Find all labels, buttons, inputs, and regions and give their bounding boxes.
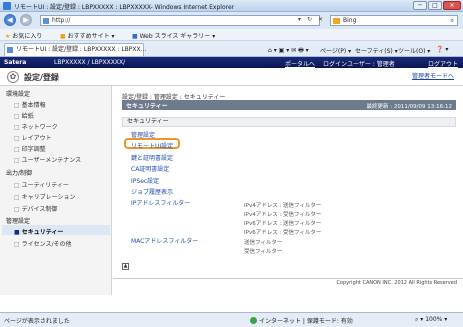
- page-title: 設定/登録: [24, 73, 59, 82]
- suggested-sites-link[interactable]: ■ おすすめサイト ▾: [60, 31, 115, 40]
- address-toolbar: ◀ ▶ http:// ▾ ↻ ✕ Bing ⌕: [0, 12, 463, 29]
- suggested-icon: ■: [60, 33, 66, 40]
- sidebar-item-calibration[interactable]: キャリブレーション: [14, 192, 76, 201]
- tab-favicon: [7, 47, 13, 53]
- security-zone: インターネット | 保護モード: 有効: [250, 316, 353, 325]
- link-ip-filter[interactable]: IPアドレスフィルター: [131, 198, 190, 207]
- search-input[interactable]: Bing ⌕: [330, 15, 458, 26]
- page-header: ✿ 設定/登録 管理者モードへ: [0, 68, 463, 86]
- slice-icon: ■: [132, 33, 138, 40]
- link-ipsec[interactable]: IPSec設定: [131, 176, 159, 185]
- url-text: http://: [52, 17, 71, 24]
- sidebar-heading-io: 出力/制御: [6, 170, 33, 177]
- sidebar-item-user-maintenance[interactable]: ユーザーメンテナンス: [14, 155, 82, 164]
- last-updated: 最終更新 : 2011/09/09 13:16:12: [366, 104, 452, 110]
- zoom-level[interactable]: ⌕ ▾ 100% ▾: [415, 316, 447, 324]
- close-button[interactable]: ✕: [443, 1, 461, 10]
- ip-filter-note: IPv6アドレス : 送信フィルター: [244, 221, 322, 227]
- status-text: ページが表示されました: [4, 318, 70, 325]
- minimize-button[interactable]: ─: [413, 1, 427, 10]
- sidebar-heading-mgmt: 管理設定: [6, 218, 31, 225]
- link-admin-settings[interactable]: 管理設定: [131, 130, 155, 139]
- satera-bar: Satera LBPXXXXX / LBPXXXXX/ ポータルへ ログインユー…: [0, 57, 463, 68]
- back-button[interactable]: ◀: [4, 14, 16, 26]
- sidebar-item-layout[interactable]: レイアウト: [14, 133, 52, 142]
- mac-filter-note: 送信フィルター: [244, 240, 283, 246]
- ie-icon: [3, 2, 11, 10]
- window-title: リモートUI : 設定/登録 : LBPXXXXX : LBPXXXXX- Wi…: [14, 4, 235, 11]
- sidebar-item-print-adjust[interactable]: 印字調整: [14, 144, 46, 153]
- web-slice-link[interactable]: ■ Web スライス ギャラリー ▾: [132, 31, 215, 40]
- sidebar-item-security[interactable]: セキュリティー: [14, 227, 64, 236]
- home-icon[interactable]: ⌂ ▾ ▣ ▾ ✉ 🖶 ▾: [268, 46, 309, 56]
- sidebar-item-paper[interactable]: 給紙: [14, 111, 34, 120]
- brand-logo: Satera: [4, 59, 27, 66]
- ip-filter-note: IPv4アドレス : 受信フィルター: [244, 212, 322, 218]
- link-remote-ui-settings[interactable]: リモートUI設定: [131, 141, 173, 150]
- tab-remote-ui[interactable]: リモートUI : 設定/登録 : LBPXXXXX : LBPXX...: [4, 43, 146, 56]
- globe-icon: [250, 317, 257, 324]
- toolbar-tools-menu[interactable]: ツール(O) ▾: [398, 46, 430, 55]
- mac-filter-note: 受信フィルター: [244, 249, 283, 255]
- content-title-bar: セキュリティー 最終更新 : 2011/09/09 13:16:12: [122, 100, 456, 110]
- help-icon[interactable]: ❓ ▾: [436, 46, 448, 53]
- address-input[interactable]: http://: [40, 15, 320, 26]
- device-name: LBPXXXXX / LBPXXXXX/: [54, 59, 126, 66]
- window-titlebar: リモートUI : 設定/登録 : LBPXXXXX : LBPXXXXX- Wi…: [0, 0, 463, 12]
- favorites-bar: ★ お気に入り ■ おすすめサイト ▾ ■ Web スライス ギャラリー ▾: [0, 29, 463, 41]
- logout-link[interactable]: ログアウト: [428, 59, 458, 68]
- search-placeholder: Bing: [343, 17, 357, 24]
- settings-icon: ✿: [7, 71, 19, 83]
- portal-link[interactable]: ポータルへ: [285, 59, 315, 68]
- ip-filter-note: IPv6アドレス : 受信フィルター: [244, 230, 322, 236]
- sidebar-item-basic-info[interactable]: 基本情報: [14, 100, 46, 109]
- address-dropdown-icon[interactable]: ▾: [298, 16, 301, 23]
- ip-filter-note: IPv4アドレス : 送信フィルター: [244, 203, 322, 209]
- maximize-button[interactable]: □: [428, 1, 442, 10]
- status-bar: ページが表示されました インターネット | 保護モード: 有効 ⌕ ▾ 100%…: [0, 312, 463, 327]
- copyright: Copyright CANON INC. 2012 All Rights Res…: [113, 278, 463, 287]
- tab-bar: リモートUI : 設定/登録 : LBPXXXXX : LBPXX... ⌂ ▾…: [0, 41, 463, 57]
- sidebar-item-utility[interactable]: ユーティリティー: [14, 180, 69, 189]
- bing-icon: [333, 18, 340, 24]
- admin-mode-link[interactable]: 管理者モードへ: [412, 71, 454, 80]
- link-ca-certificate[interactable]: CA証明書設定: [131, 164, 169, 173]
- sidebar-item-network[interactable]: ネットワーク: [14, 122, 58, 131]
- star-icon: ★: [5, 33, 11, 40]
- login-user: ログインユーザー : 管理者: [323, 61, 395, 68]
- page-favicon: [43, 18, 49, 24]
- search-icon[interactable]: ⌕: [451, 16, 454, 25]
- refresh-icon[interactable]: ↻: [307, 16, 312, 23]
- forward-button[interactable]: ▶: [20, 14, 32, 26]
- section-header: セキュリティー: [122, 117, 456, 127]
- sidebar-item-license[interactable]: ライセンス/その他: [14, 239, 72, 248]
- sidebar-item-device-control[interactable]: デバイス制御: [14, 204, 58, 213]
- link-mac-filter[interactable]: MACアドレスフィルター: [131, 236, 198, 245]
- link-key-certificate[interactable]: 鍵と証明書設定: [131, 153, 173, 162]
- stop-icon[interactable]: ✕: [318, 16, 323, 23]
- link-job-history[interactable]: ジョブ履歴表示: [131, 187, 173, 196]
- sidebar-heading-env: 環境設定: [6, 91, 31, 98]
- favorites-button[interactable]: ★ お気に入り: [5, 31, 42, 40]
- page-top-button[interactable]: ▲: [122, 263, 129, 270]
- zoom-icon: ⌕ ▾: [415, 316, 426, 323]
- toolbar-page-menu[interactable]: ページ(P) ▾: [320, 46, 351, 55]
- content-title: セキュリティー: [126, 103, 168, 110]
- toolbar-safety-menu[interactable]: セーフティ(S) ▾: [355, 46, 398, 55]
